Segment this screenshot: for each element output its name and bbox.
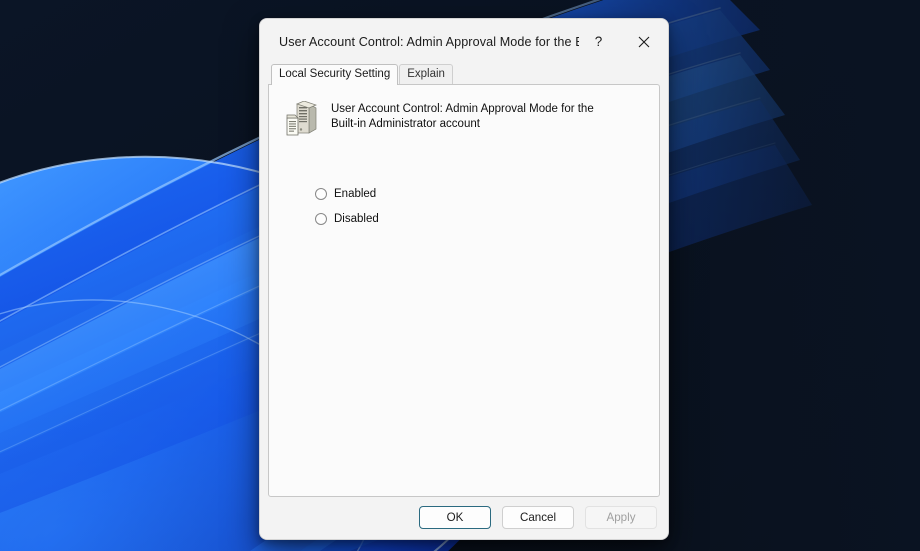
tab-local-security-setting[interactable]: Local Security Setting	[271, 64, 399, 85]
setting-radio-group: Enabled Disabled	[281, 181, 647, 231]
tab-content-panel: User Account Control: Admin Approval Mod…	[268, 84, 660, 497]
radio-enabled-indicator[interactable]	[315, 187, 327, 200]
radio-option-enabled[interactable]: Enabled	[315, 181, 647, 206]
radio-enabled-label: Enabled	[334, 187, 377, 200]
question-mark-icon: ?	[594, 34, 603, 49]
computer-tower-policy-icon	[285, 101, 319, 137]
ok-button[interactable]: OK	[419, 505, 491, 529]
policy-properties-dialog: User Account Control: Admin Approval Mod…	[259, 18, 669, 540]
close-x-icon	[638, 36, 650, 48]
tab-explain-label: Explain	[407, 68, 445, 80]
radio-disabled-indicator[interactable]	[315, 212, 327, 225]
tab-explain[interactable]: Explain	[399, 64, 453, 84]
close-button[interactable]	[621, 19, 666, 64]
help-button[interactable]: ?	[576, 19, 621, 64]
dialog-button-row: OK Cancel Apply	[260, 497, 668, 539]
radio-disabled-label: Disabled	[334, 212, 379, 225]
cancel-button[interactable]: Cancel	[502, 505, 574, 529]
dialog-title: User Account Control: Admin Approval Mod…	[279, 34, 579, 49]
tab-local-security-setting-label: Local Security Setting	[279, 68, 391, 80]
policy-header: User Account Control: Admin Approval Mod…	[281, 99, 647, 137]
policy-name-label: User Account Control: Admin Approval Mod…	[331, 103, 594, 130]
apply-button: Apply	[585, 505, 657, 529]
tab-strip: Local Security Setting Explain	[260, 64, 668, 85]
radio-option-disabled[interactable]: Disabled	[315, 206, 647, 231]
dialog-title-bar[interactable]: User Account Control: Admin Approval Mod…	[260, 19, 668, 64]
